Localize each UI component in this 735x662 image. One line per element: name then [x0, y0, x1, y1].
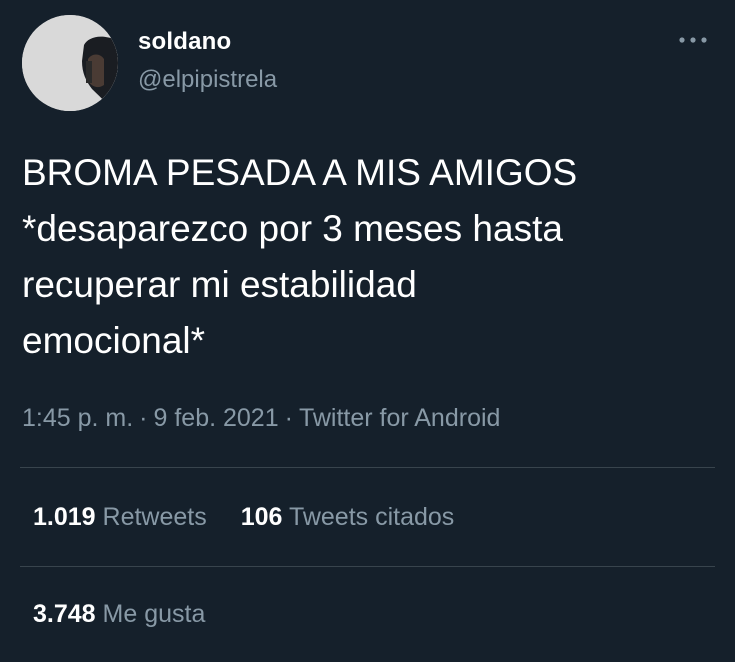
- tweet-meta: 1:45 p. m. · 9 feb. 2021 · Twitter for Andro…: [22, 402, 500, 434]
- divider: [20, 566, 715, 567]
- more-horizontal-icon: [679, 37, 707, 43]
- tweet-source[interactable]: Twitter for Android: [299, 404, 500, 432]
- divider: [20, 467, 715, 468]
- quote-tweets-stat[interactable]: 106 Tweets citados: [241, 501, 455, 533]
- tweet-time[interactable]: 1:45 p. m.: [22, 404, 133, 432]
- likes-count: 3.748: [33, 600, 96, 628]
- tweet-card: soldano @elpipistrela BROMA PESADA A MIS…: [0, 0, 735, 662]
- avatar-image: [22, 15, 118, 111]
- likes-stat[interactable]: 3.748 Me gusta: [33, 598, 205, 630]
- tweet-date[interactable]: 9 feb. 2021: [154, 404, 279, 432]
- meta-separator: ·: [284, 404, 293, 432]
- meta-separator: ·: [139, 404, 148, 432]
- retweets-stat[interactable]: 1.019 Retweets: [33, 501, 207, 533]
- stats-row-retweets: 1.019 Retweets 106 Tweets citados: [33, 501, 454, 533]
- user-handle[interactable]: @elpipistrela: [138, 65, 277, 95]
- retweets-count: 1.019: [33, 503, 96, 531]
- tweet-text: BROMA PESADA A MIS AMIGOS *desaparezco p…: [22, 152, 578, 361]
- display-name[interactable]: soldano: [138, 27, 277, 57]
- more-options-button[interactable]: [673, 30, 713, 50]
- stats-row-likes: 3.748 Me gusta: [33, 598, 205, 630]
- author-block[interactable]: soldano @elpipistrela: [138, 27, 277, 95]
- retweets-label: Retweets: [102, 503, 207, 531]
- likes-label: Me gusta: [102, 600, 206, 628]
- quote-tweets-count: 106: [240, 503, 283, 531]
- avatar[interactable]: [22, 15, 118, 111]
- quote-tweets-label: Tweets citados: [288, 503, 455, 531]
